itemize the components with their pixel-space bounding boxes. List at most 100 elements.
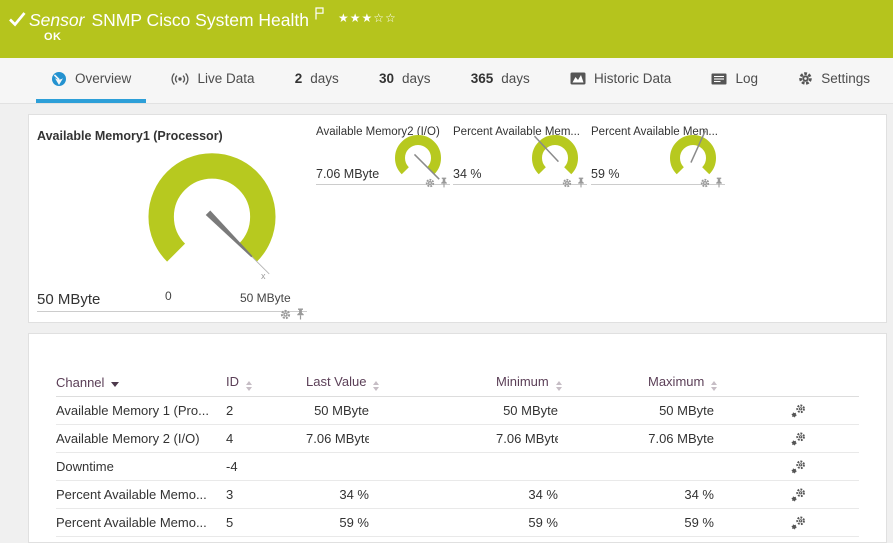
minimum-cell: 34 % [496,487,558,502]
gauge-value: 59 % [591,167,620,181]
id-cell: 5 [226,515,306,530]
sensor-status-bar: Sensor SNMP Cisco System Health ★★★☆☆ OK [0,0,893,58]
tab-historic-data[interactable]: Historic Data [555,58,686,103]
tab-label: Log [735,71,758,86]
log-icon [711,73,727,85]
channel-cell: Available Memory 1 (Pro... [56,403,226,418]
channel-gear-icon[interactable] [700,178,710,188]
channel-settings-button[interactable] [714,404,859,418]
channel-settings-button[interactable] [714,488,859,502]
tab-number: 30 [379,71,394,86]
col-header-channel[interactable]: Channel [56,375,226,390]
tab-30-days[interactable]: 30 days [364,58,446,103]
minimum-cell: 7.06 MByte [496,431,558,446]
pin-icon[interactable] [440,177,448,188]
tab-label: days [402,71,431,86]
col-header-id[interactable]: ID [226,374,306,391]
gear-icon [798,71,813,86]
gauge-tile-available-memory1: Available Memory1 (Processor) x 0 50 MBy… [37,121,307,312]
tab-settings[interactable]: Settings [783,58,885,103]
channels-table: Channel ID Last Value Minimum Maximum Av… [56,368,859,537]
channel-cell: Percent Available Memo... [56,487,226,502]
maximum-cell: 50 MByte [648,403,714,418]
last-value-cell: 59 % [306,515,369,530]
channel-cell: Percent Available Memo... [56,515,226,530]
col-header-minimum[interactable]: Minimum [496,374,558,391]
channel-settings-button[interactable] [714,460,859,474]
page-title: SNMP Cisco System Health [91,10,309,30]
table-row[interactable]: Downtime -4 [56,453,859,481]
sort-both-icon [246,381,252,391]
sensor-title-line: Sensor SNMP Cisco System Health ★★★☆☆ [29,7,397,31]
channel-cell: Downtime [56,459,226,474]
gauge-value: 50 MByte [37,291,100,308]
tab-label: Historic Data [594,71,671,86]
tab-number: 2 [295,71,303,86]
chart-icon [570,72,586,85]
maximum-cell: 34 % [648,487,714,502]
id-cell: 4 [226,431,306,446]
tab-label: Live Data [197,71,254,86]
table-row[interactable]: Available Memory 2 (I/O) 4 7.06 MByte 7.… [56,425,859,453]
gauge-tile-available-memory2: Available Memory2 (I/O) 7.06 MByte [316,123,450,185]
gauge-tile-percent-available-memory-5: Percent Available Mem... 59 % [591,123,725,185]
gauge-icon [51,71,67,87]
sort-both-icon [373,381,379,391]
tab-live-data[interactable]: Live Data [156,58,269,103]
table-header-row: Channel ID Last Value Minimum Maximum [56,368,859,397]
id-cell: -4 [226,459,306,474]
pin-icon[interactable] [715,177,723,188]
sort-both-icon [711,381,717,391]
table-row[interactable]: Percent Available Memo... 3 34 % 34 % 34… [56,481,859,509]
tab-label: days [310,71,339,86]
tab-365-days[interactable]: 365 days [456,58,545,103]
sensor-tab-bar: Overview Live Data 2 days 30 days 365 da… [0,58,893,104]
maximum-cell: 59 % [648,515,714,530]
gauge-limit-marker: x [261,271,266,281]
col-header-last-value[interactable]: Last Value [306,374,369,391]
gauge-scale-min: 0 [165,289,172,303]
tab-label: days [501,71,530,86]
channel-gear-icon[interactable] [562,178,572,188]
priority-stars[interactable]: ★★★☆☆ [338,11,397,25]
col-header-maximum[interactable]: Maximum [648,374,714,391]
sort-both-icon [556,381,562,391]
table-row[interactable]: Available Memory 1 (Pro... 2 50 MByte 50… [56,397,859,425]
tab-log[interactable]: Log [696,58,773,103]
pin-icon[interactable] [577,177,585,188]
tab-2-days[interactable]: 2 days [280,58,354,103]
broadcast-icon [171,72,189,86]
gauges-panel: Available Memory1 (Processor) x 0 50 MBy… [28,114,887,323]
object-kind-label: Sensor [29,10,84,30]
primary-gauge [132,147,292,294]
pin-icon[interactable] [296,308,305,320]
id-cell: 2 [226,403,306,418]
gauge-value: 34 % [453,167,482,181]
minimum-cell: 59 % [496,515,558,530]
channel-cell: Available Memory 2 (I/O) [56,431,226,446]
status-badge: OK [44,31,61,43]
sort-desc-icon [111,382,119,387]
last-value-cell: 34 % [306,487,369,502]
tab-number: 365 [471,71,494,86]
channel-gear-icon[interactable] [280,309,291,320]
gauge-value: 7.06 MByte [316,167,379,181]
maximum-cell: 7.06 MByte [648,431,714,446]
favorite-flag-icon[interactable] [315,7,324,20]
channels-table-panel: Channel ID Last Value Minimum Maximum Av… [28,333,887,543]
channel-settings-button[interactable] [714,516,859,530]
tab-overview[interactable]: Overview [36,58,146,103]
last-value-cell: 7.06 MByte [306,431,369,446]
table-row[interactable]: Percent Available Memo... 5 59 % 59 % 59… [56,509,859,537]
gauge-tile-percent-available-memory-3: Percent Available Mem... 34 % [453,123,587,185]
gauge-title: Available Memory1 (Processor) [37,129,223,143]
minimum-cell: 50 MByte [496,403,558,418]
channel-settings-button[interactable] [714,432,859,446]
gauge-scale-max: 50 MByte [240,291,291,305]
id-cell: 3 [226,487,306,502]
tab-label: Overview [75,71,131,86]
status-ok-check-icon [9,12,26,26]
tab-label: Settings [821,71,870,86]
last-value-cell: 50 MByte [306,403,369,418]
channel-gear-icon[interactable] [425,178,435,188]
